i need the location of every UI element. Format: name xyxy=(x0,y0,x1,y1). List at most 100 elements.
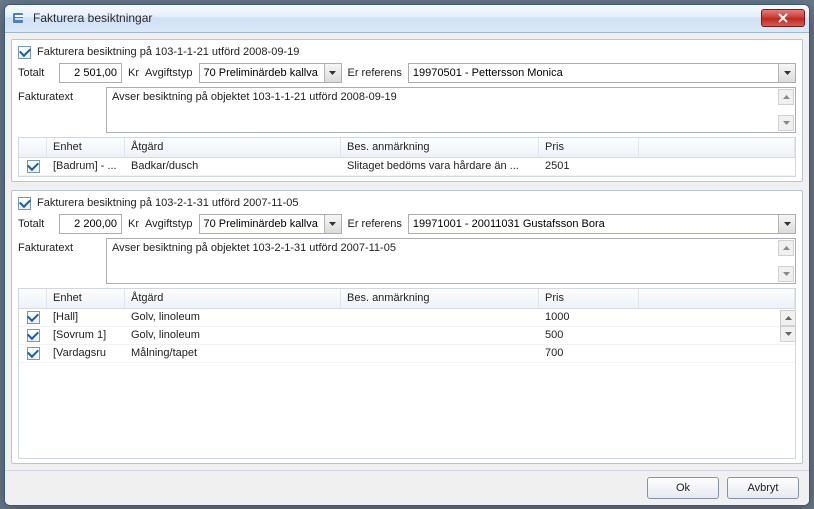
items-table-wrap: Enhet Åtgärd Bes. anmärkning Pris [Hall]… xyxy=(18,288,796,459)
panel-check-label: Fakturera besiktning på 103-1-1-21 utför… xyxy=(37,46,299,58)
cell-atgard: Badkar/dusch xyxy=(125,159,341,173)
window-title: Fakturera besiktningar xyxy=(33,11,761,25)
col-atgard[interactable]: Åtgärd xyxy=(125,289,341,308)
panel-check-row: Fakturera besiktning på 103-2-1-31 utför… xyxy=(18,197,796,210)
panel-amount-row: Totalt Kr Avgiftstyp 70 Preliminärdeb ka… xyxy=(18,63,796,83)
scroll-down-icon[interactable] xyxy=(778,115,794,131)
dialog-footer: Ok Avbryt xyxy=(5,470,809,505)
scroll-up-icon[interactable] xyxy=(780,310,796,326)
table-row[interactable]: [Vardagsru Målning/tapet 700 xyxy=(19,345,795,363)
fakturatext-area[interactable]: Avser besiktning på objektet 103-1-1-21 … xyxy=(106,87,796,133)
chevron-down-icon[interactable] xyxy=(778,64,795,82)
table-scrollbar[interactable] xyxy=(780,310,796,458)
fakturatext-value: Avser besiktning på objektet 103-1-1-21 … xyxy=(112,91,397,103)
row-checkbox[interactable] xyxy=(27,347,40,360)
cell-pris: 700 xyxy=(539,346,639,360)
scroll-up-icon[interactable] xyxy=(778,240,794,256)
panel-amount-row: Totalt Kr Avgiftstyp 70 Preliminärdeb ka… xyxy=(18,214,796,234)
cell-atgard: Golv, linoleum xyxy=(125,328,341,342)
cell-enhet: [Badrum] - ... xyxy=(47,159,125,173)
label-er-referens: Er referens xyxy=(348,67,402,79)
col-pris[interactable]: Pris xyxy=(539,138,639,157)
items-table: Enhet Åtgärd Bes. anmärkning Pris [Hall]… xyxy=(18,288,796,459)
col-anmarkning[interactable]: Bes. anmärkning xyxy=(341,138,539,157)
table-row[interactable]: [Sovrum 1] Golv, linoleum 500 xyxy=(19,327,795,345)
row-checkbox[interactable] xyxy=(27,329,40,342)
table-body: [Badrum] - ... Badkar/dusch Slitaget bed… xyxy=(19,158,795,176)
scroll-up-icon[interactable] xyxy=(778,89,794,105)
close-button[interactable] xyxy=(761,9,805,27)
cell-enhet: [Vardagsru xyxy=(47,346,125,360)
col-atgard[interactable]: Åtgärd xyxy=(125,138,341,157)
col-enhet[interactable]: Enhet xyxy=(47,289,125,308)
table-header: Enhet Åtgärd Bes. anmärkning Pris xyxy=(19,138,795,158)
fakturatext-row: Fakturatext Avser besiktning på objektet… xyxy=(18,87,796,133)
col-pris[interactable]: Pris xyxy=(539,289,639,308)
panel-check-row: Fakturera besiktning på 103-1-1-21 utför… xyxy=(18,46,796,59)
include-checkbox[interactable] xyxy=(18,197,31,210)
table-body: [Hall] Golv, linoleum 1000 [Sovrum 1] Go… xyxy=(19,309,795,363)
table-row[interactable]: [Hall] Golv, linoleum 1000 xyxy=(19,309,795,327)
fakturatext-area[interactable]: Avser besiktning på objektet 103-2-1-31 … xyxy=(106,238,796,284)
col-check[interactable] xyxy=(19,289,47,308)
referens-select[interactable]: 19971001 - 20011031 Gustafsson Bora xyxy=(408,214,796,234)
referens-select[interactable]: 19970501 - Pettersson Monica xyxy=(408,63,796,83)
invoice-panel-2: Fakturera besiktning på 103-2-1-31 utför… xyxy=(11,190,803,464)
cell-anm xyxy=(341,352,539,354)
include-checkbox[interactable] xyxy=(18,46,31,59)
scroll-down-icon[interactable] xyxy=(780,326,796,342)
referens-value: 19970501 - Pettersson Monica xyxy=(409,67,778,79)
row-checkbox[interactable] xyxy=(27,160,40,173)
col-anmarkning[interactable]: Bes. anmärkning xyxy=(341,289,539,308)
label-totalt: Totalt xyxy=(18,67,53,79)
textarea-scrollbar[interactable] xyxy=(778,89,794,131)
cell-anm: Slitaget bedöms vara hårdare än ... xyxy=(341,159,539,173)
avgiftstyp-value: 70 Preliminärdeb kallva xyxy=(200,218,324,230)
cell-atgard: Golv, linoleum xyxy=(125,310,341,324)
cell-anm xyxy=(341,334,539,336)
client-area: Fakturera besiktning på 103-1-1-21 utför… xyxy=(5,33,809,470)
chevron-down-icon[interactable] xyxy=(324,64,341,82)
cell-atgard: Målning/tapet xyxy=(125,346,341,360)
scroll-down-icon[interactable] xyxy=(778,266,794,282)
col-check[interactable] xyxy=(19,138,47,157)
ok-button[interactable]: Ok xyxy=(647,477,719,499)
cell-enhet: [Sovrum 1] xyxy=(47,328,125,342)
items-table: Enhet Åtgärd Bes. anmärkning Pris [Badru… xyxy=(18,137,796,177)
label-er-referens: Er referens xyxy=(348,218,402,230)
fakturatext-value: Avser besiktning på objektet 103-2-1-31 … xyxy=(112,242,396,254)
panel-check-label: Fakturera besiktning på 103-2-1-31 utför… xyxy=(37,197,299,209)
avgiftstyp-select[interactable]: 70 Preliminärdeb kallva xyxy=(199,214,342,234)
titlebar[interactable]: Fakturera besiktningar xyxy=(5,5,809,33)
label-fakturatext: Fakturatext xyxy=(18,87,100,103)
row-checkbox[interactable] xyxy=(27,311,40,324)
label-fakturatext: Fakturatext xyxy=(18,238,100,254)
app-icon xyxy=(11,10,27,26)
cell-enhet: [Hall] xyxy=(47,310,125,324)
avgiftstyp-select[interactable]: 70 Preliminärdeb kallva xyxy=(199,63,342,83)
col-spacer xyxy=(639,138,795,157)
chevron-down-icon[interactable] xyxy=(778,215,795,233)
label-avgiftstyp: Avgiftstyp xyxy=(145,218,193,230)
items-table-wrap: Enhet Åtgärd Bes. anmärkning Pris [Badru… xyxy=(18,137,796,177)
cell-anm xyxy=(341,316,539,318)
table-header: Enhet Åtgärd Bes. anmärkning Pris xyxy=(19,289,795,309)
cancel-button[interactable]: Avbryt xyxy=(727,477,799,499)
label-kr: Kr xyxy=(128,67,139,79)
col-enhet[interactable]: Enhet xyxy=(47,138,125,157)
invoice-panel-1: Fakturera besiktning på 103-1-1-21 utför… xyxy=(11,39,803,182)
table-row[interactable]: [Badrum] - ... Badkar/dusch Slitaget bed… xyxy=(19,158,795,176)
window-frame: Fakturera besiktningar Fakturera besiktn… xyxy=(4,4,810,506)
textarea-scrollbar[interactable] xyxy=(778,240,794,282)
chevron-down-icon[interactable] xyxy=(324,215,341,233)
avgiftstyp-value: 70 Preliminärdeb kallva xyxy=(200,67,324,79)
label-totalt: Totalt xyxy=(18,218,53,230)
referens-value: 19971001 - 20011031 Gustafsson Bora xyxy=(409,218,778,230)
total-input[interactable] xyxy=(59,63,122,83)
cell-pris: 2501 xyxy=(539,159,639,173)
cell-pris: 1000 xyxy=(539,310,639,324)
fakturatext-row: Fakturatext Avser besiktning på objektet… xyxy=(18,238,796,284)
cell-pris: 500 xyxy=(539,328,639,342)
col-spacer xyxy=(639,289,795,308)
total-input[interactable] xyxy=(59,214,122,234)
